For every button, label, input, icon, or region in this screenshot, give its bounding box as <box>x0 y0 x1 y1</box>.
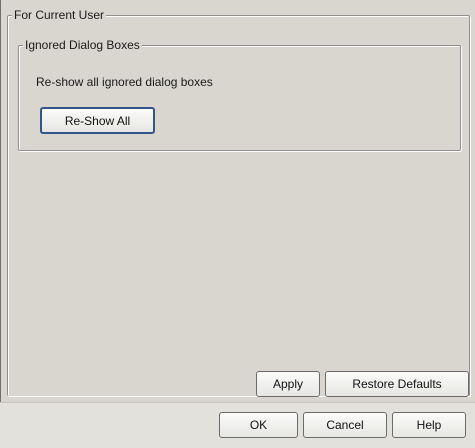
for-current-user-legend: For Current User <box>12 8 107 22</box>
reshow-description: Re-show all ignored dialog boxes <box>36 75 213 89</box>
ignored-dialog-boxes-legend: Ignored Dialog Boxes <box>23 38 142 52</box>
preferences-dialog: For Current User Ignored Dialog Boxes Re… <box>0 0 475 448</box>
apply-button[interactable]: Apply <box>256 371 320 397</box>
reshow-all-button[interactable]: Re-Show All <box>40 107 155 134</box>
ignored-dialog-boxes-group: Ignored Dialog Boxes <box>18 38 461 151</box>
ok-button[interactable]: OK <box>219 412 298 438</box>
restore-defaults-button[interactable]: Restore Defaults <box>325 371 469 397</box>
cancel-button[interactable]: Cancel <box>303 412 387 438</box>
help-button[interactable]: Help <box>392 412 466 438</box>
dialog-left-edge <box>0 0 1 447</box>
